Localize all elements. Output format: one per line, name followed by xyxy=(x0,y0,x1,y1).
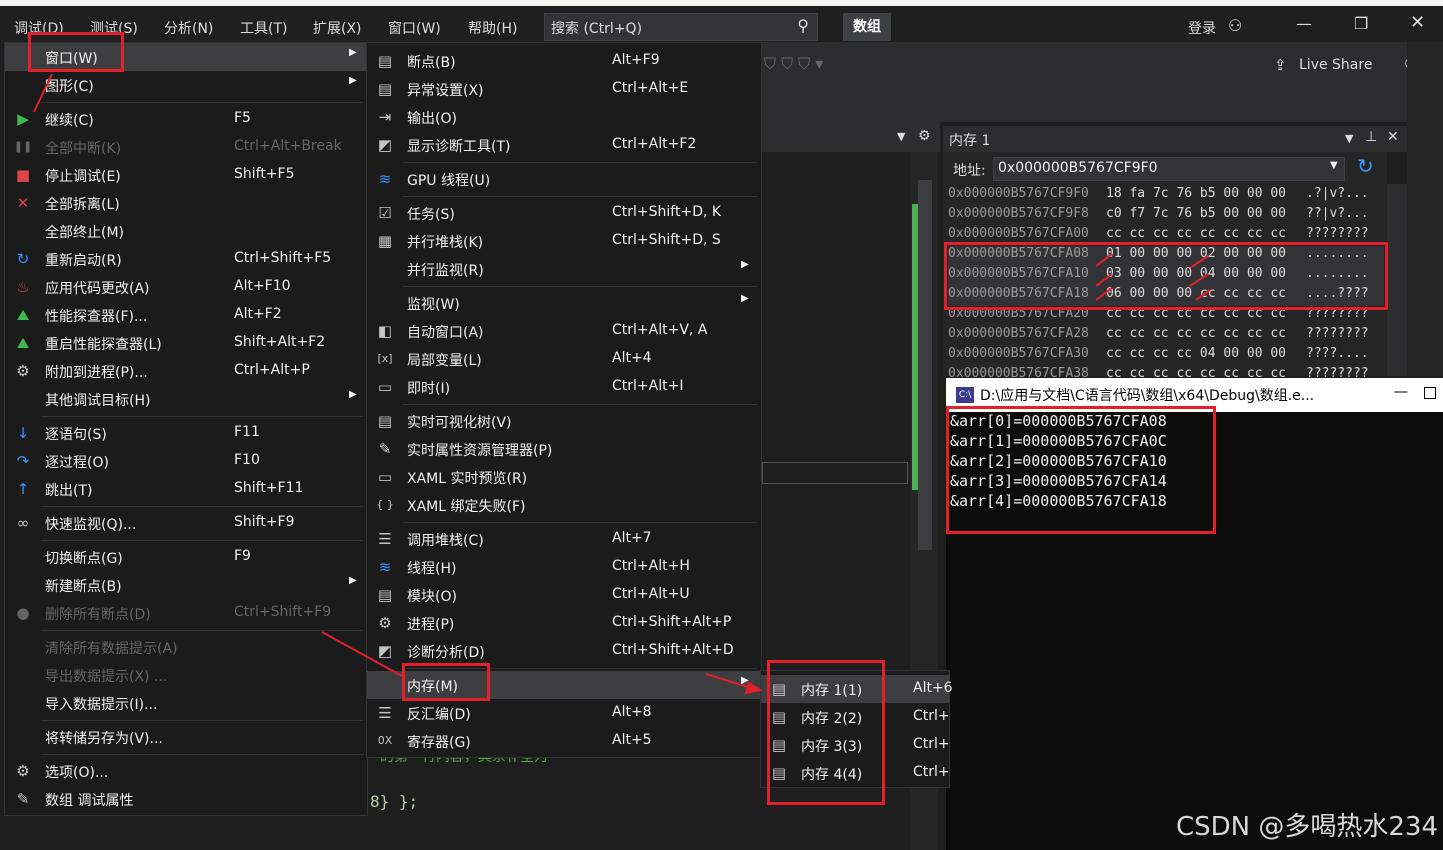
arrow-line xyxy=(1095,273,1113,287)
arrow-line xyxy=(33,73,53,113)
arrow-line xyxy=(1189,255,1209,269)
watermark: CSDN @多喝热水234 xyxy=(1176,812,1439,842)
arrow-line xyxy=(1095,287,1113,301)
arrow-line xyxy=(321,631,403,677)
arrow-line xyxy=(1189,273,1209,287)
annotation-arrows xyxy=(33,73,1211,695)
arrow-line xyxy=(1095,253,1113,267)
arrow-line xyxy=(1195,289,1211,301)
arrow-head xyxy=(744,681,763,695)
